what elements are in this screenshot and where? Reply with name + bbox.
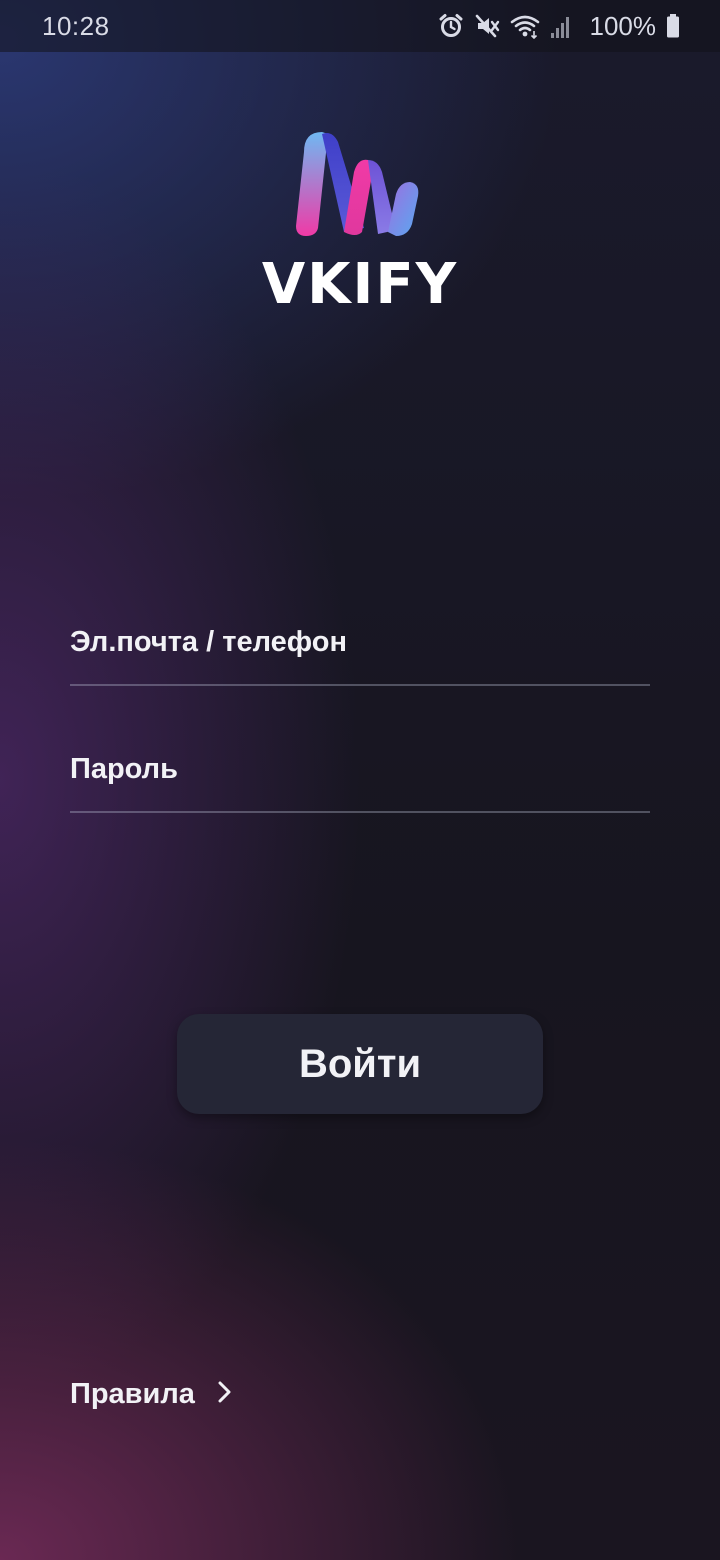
mute-icon — [474, 13, 500, 39]
signal-icon — [550, 13, 572, 39]
password-field[interactable]: Пароль — [70, 741, 650, 813]
rules-link[interactable]: Правила — [70, 1372, 233, 1416]
status-bar: 10:28 100% — [0, 0, 720, 52]
email-phone-field[interactable]: Эл.почта / телефон — [70, 614, 650, 686]
login-button-label: Войти — [298, 1041, 422, 1086]
status-icons: 100% — [438, 10, 681, 42]
battery-percent: 100% — [589, 10, 657, 41]
chevron-right-icon — [217, 1379, 233, 1410]
alarm-icon — [438, 13, 464, 39]
login-button[interactable]: Войти — [177, 1014, 543, 1114]
vkify-logo-icon — [292, 128, 422, 240]
email-phone-label: Эл.почта / телефон — [70, 626, 347, 658]
password-label: Пароль — [70, 753, 178, 785]
battery-icon — [666, 13, 680, 39]
status-time: 10:28 — [42, 11, 110, 41]
rules-label: Правила — [70, 1377, 195, 1410]
brand-wordmark: VKIFY — [261, 252, 459, 317]
wifi-icon — [510, 13, 540, 39]
